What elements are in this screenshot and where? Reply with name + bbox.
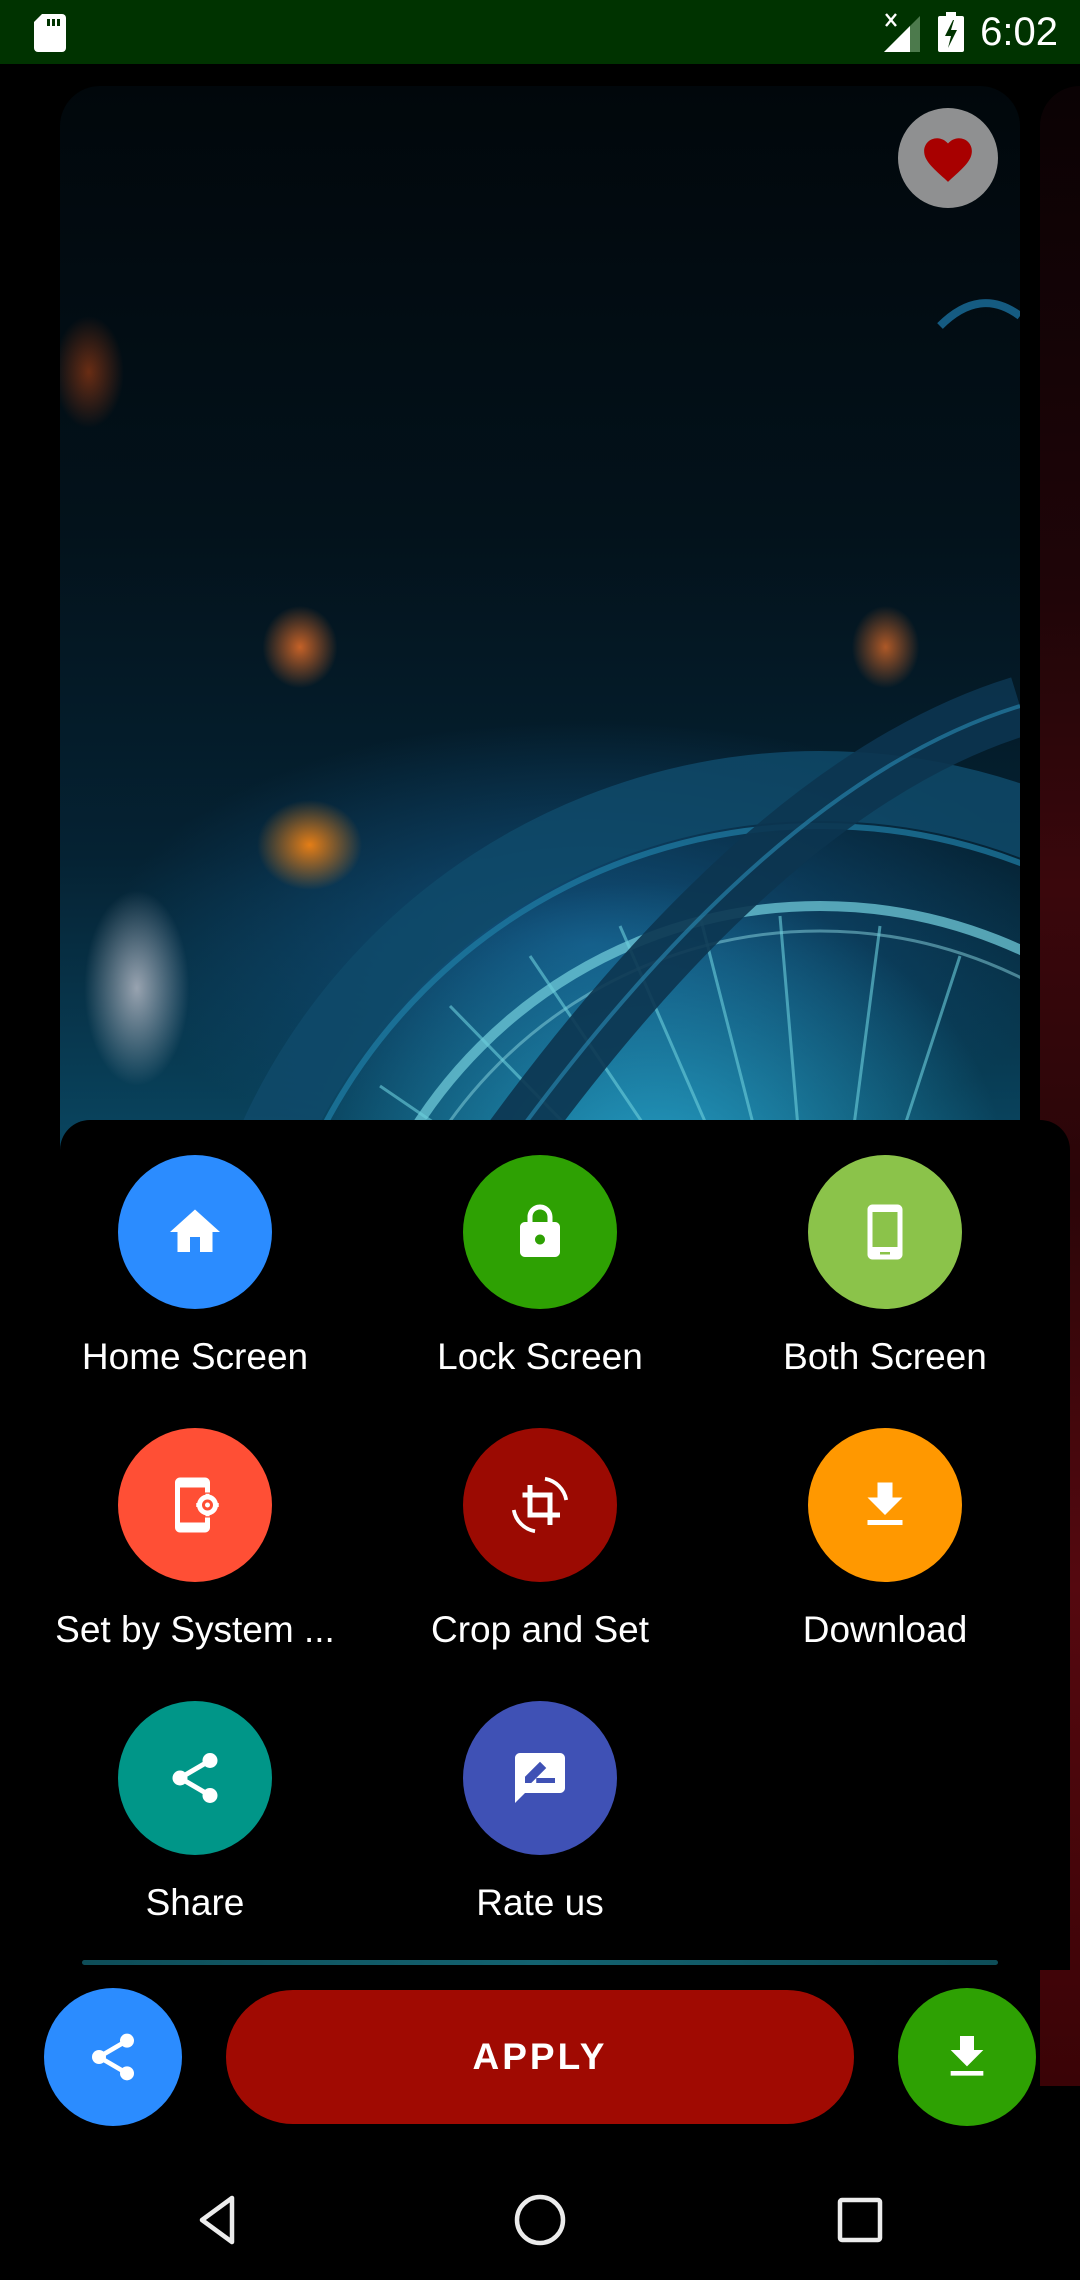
crop-and-set-button[interactable] <box>463 1428 617 1582</box>
rate-us-label: Rate us <box>476 1882 604 1923</box>
wallpaper-image <box>217 299 1020 1186</box>
download-fab[interactable] <box>898 1988 1036 2126</box>
download-icon <box>867 1482 903 1525</box>
share-button[interactable] <box>118 1701 272 1855</box>
home-nav-icon[interactable] <box>510 2190 570 2250</box>
heart-icon <box>924 138 972 182</box>
both-screen-button[interactable] <box>808 1155 962 1309</box>
set-by-system-label: Set by System ... <box>55 1609 335 1650</box>
lock-screen-label: Lock Screen <box>437 1336 643 1377</box>
download-option[interactable]: Download <box>735 1428 1035 1652</box>
crop-and-set-option[interactable]: Crop and Set <box>390 1428 690 1652</box>
rate-us-option[interactable]: Rate us <box>390 1701 690 1925</box>
download-icon <box>950 2036 984 2076</box>
both-screen-label: Both Screen <box>783 1336 987 1377</box>
set-by-system-button[interactable] <box>118 1428 272 1582</box>
system-navigation-bar <box>0 2160 1080 2280</box>
download-label: Download <box>802 1609 968 1650</box>
lock-screen-button[interactable] <box>463 1155 617 1309</box>
download-button[interactable] <box>808 1428 962 1582</box>
share-icon <box>92 2033 134 2081</box>
favorite-button[interactable] <box>898 108 998 208</box>
battery-charging-icon <box>938 12 965 52</box>
lock-icon <box>520 1204 560 1257</box>
home-screen-option[interactable]: Home Screen <box>45 1155 345 1379</box>
home-icon <box>170 1209 220 1252</box>
smartphone-icon <box>867 1204 903 1260</box>
recents-icon[interactable] <box>830 2190 890 2250</box>
apply-button[interactable]: APPLY <box>226 1990 854 2124</box>
home-screen-button[interactable] <box>118 1155 272 1309</box>
sd-card-icon <box>34 14 66 52</box>
crop-and-set-label: Crop and Set <box>430 1609 650 1650</box>
status-icons: 6:02 <box>884 8 1058 56</box>
home-screen-label: Home Screen <box>81 1336 309 1377</box>
signal-no-data-icon <box>884 13 921 52</box>
back-icon[interactable] <box>190 2190 250 2250</box>
clock: 6:02 <box>980 10 1058 54</box>
lock-screen-option[interactable]: Lock Screen <box>390 1155 690 1379</box>
crop-rotate-icon <box>511 1476 569 1534</box>
wallpaper-preview[interactable] <box>60 86 1020 1186</box>
sheet-divider <box>82 1960 998 1965</box>
both-screen-option[interactable]: Both Screen <box>735 1155 1035 1379</box>
rate-us-button[interactable] <box>463 1701 617 1855</box>
status-bar: 6:02 <box>0 0 1080 64</box>
share-label: Share <box>145 1882 245 1923</box>
share-icon <box>172 1753 218 1803</box>
share-option[interactable]: Share <box>45 1701 345 1925</box>
set-by-system-option[interactable]: Set by System ... <box>45 1428 345 1652</box>
share-fab[interactable] <box>44 1988 182 2126</box>
phone-settings-icon <box>175 1477 219 1533</box>
rate-review-icon <box>515 1753 565 1803</box>
